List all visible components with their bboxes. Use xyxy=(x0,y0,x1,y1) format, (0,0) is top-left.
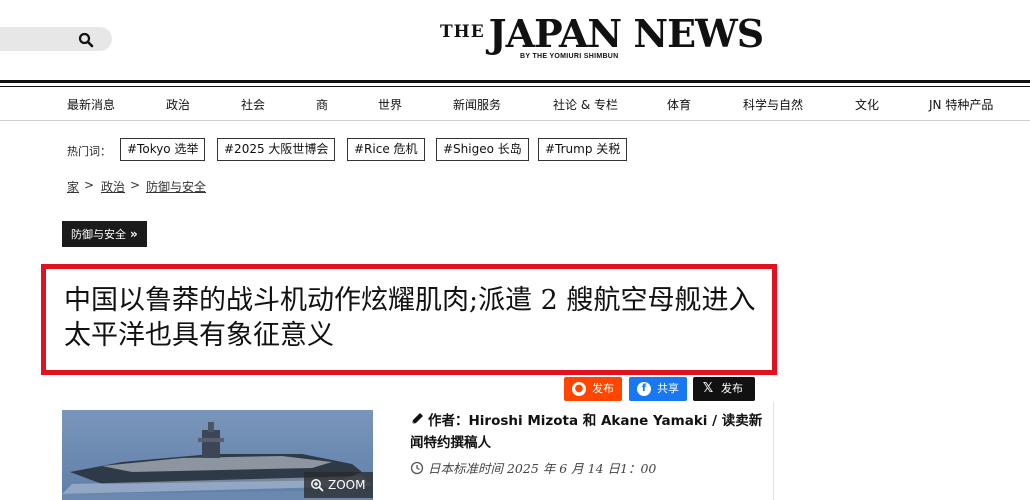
double-chevron-icon: » xyxy=(130,227,138,241)
share-facebook-label: 共享 xyxy=(657,382,679,395)
hot-tag[interactable]: #Trump 关税 xyxy=(538,138,628,161)
section-badge[interactable]: 防御与安全 » xyxy=(62,221,147,247)
site-header: THE JAPAN NEWS BY THE YOMIURI SHIMBUN xyxy=(0,0,1030,80)
zoom-label: ZOOM xyxy=(328,478,366,492)
search-bar[interactable] xyxy=(0,27,112,51)
breadcrumb-separator: > xyxy=(84,178,95,192)
breadcrumb-home[interactable]: 家 xyxy=(67,178,79,195)
article-byline: 作者：Hiroshi Mizota 和 Akane Yamaki / 读卖新闻特… xyxy=(410,410,770,454)
breadcrumb-defense[interactable]: 防御与安全 xyxy=(146,178,206,195)
hot-tag[interactable]: #2025 大阪世博会 xyxy=(217,138,336,161)
date-text: 日本标准时间 2025 年 6 月 14 日1：00 xyxy=(428,461,657,476)
share-facebook-button[interactable]: f 共享 xyxy=(629,377,687,401)
hot-tag[interactable]: #Shigeo 长岛 xyxy=(436,138,529,161)
header-divider xyxy=(0,80,1030,83)
nav-item-editorial[interactable]: 社论 & 专栏 xyxy=(553,96,618,113)
headline-highlight: 中国以鲁莽的战斗机动作炫耀肌肉;派遣 2 艘航空母舰进入太平洋也具有象征意义 xyxy=(41,264,777,375)
facebook-icon: f xyxy=(637,382,651,396)
logo-the: THE xyxy=(440,22,485,42)
share-x-label: 发布 xyxy=(721,382,743,395)
share-reddit-label: 发布 xyxy=(592,382,614,395)
nav-item-science[interactable]: 科学与自然 xyxy=(743,96,803,113)
hot-words-label: 热门词： xyxy=(67,145,111,158)
section-badge-label: 防御与安全 xyxy=(71,228,126,241)
nav-item-society[interactable]: 社会 xyxy=(241,96,265,113)
clock-icon xyxy=(410,461,424,475)
share-x-button[interactable]: 𝕏 发布 xyxy=(693,377,755,401)
share-reddit-button[interactable]: ● 发布 xyxy=(564,377,622,401)
article-headline: 中国以鲁莽的战斗机动作炫耀肌肉;派遣 2 艘航空母舰进入太平洋也具有象征意义 xyxy=(64,285,756,351)
zoom-button[interactable]: ZOOM xyxy=(304,472,373,498)
byline-text: 作者：Hiroshi Mizota 和 Akane Yamaki / 读卖新闻特… xyxy=(410,413,763,451)
nav-item-news-services[interactable]: 新闻服务 xyxy=(453,96,501,113)
logo-subtitle: BY THE YOMIURI SHIMBUN xyxy=(520,53,619,60)
zoom-in-icon xyxy=(311,479,324,492)
x-icon: 𝕏 xyxy=(702,381,714,396)
breadcrumb-politics[interactable]: 政治 xyxy=(101,178,125,195)
sidebar-divider xyxy=(773,402,774,500)
search-icon[interactable] xyxy=(78,32,94,48)
nav-item-politics[interactable]: 政治 xyxy=(166,96,190,113)
nav-item-sports[interactable]: 体育 xyxy=(667,96,691,113)
breadcrumb-separator: > xyxy=(130,178,141,192)
pen-icon xyxy=(411,413,423,425)
hot-tag[interactable]: #Tokyo 选举 xyxy=(120,138,206,161)
site-logo[interactable]: THE JAPAN NEWS BY THE YOMIURI SHIMBUN xyxy=(440,12,764,64)
logo-name: JAPAN NEWS xyxy=(488,11,765,56)
nav-item-world[interactable]: 世界 xyxy=(378,96,402,113)
reddit-icon: ● xyxy=(572,382,586,396)
nav-item-latest[interactable]: 最新消息 xyxy=(67,96,115,113)
nav-item-business[interactable]: 商 xyxy=(316,96,328,113)
nav-item-culture[interactable]: 文化 xyxy=(855,96,879,113)
main-nav: 最新消息 政治 社会 商 世界 新闻服务 社论 & 专栏 体育 科学与自然 文化… xyxy=(0,87,1030,121)
article-date: 日本标准时间 2025 年 6 月 14 日1：00 xyxy=(410,458,656,477)
hot-tag[interactable]: #Rice 危机 xyxy=(347,138,425,161)
nav-item-jn-specials[interactable]: JN 特种产品 xyxy=(929,96,993,113)
